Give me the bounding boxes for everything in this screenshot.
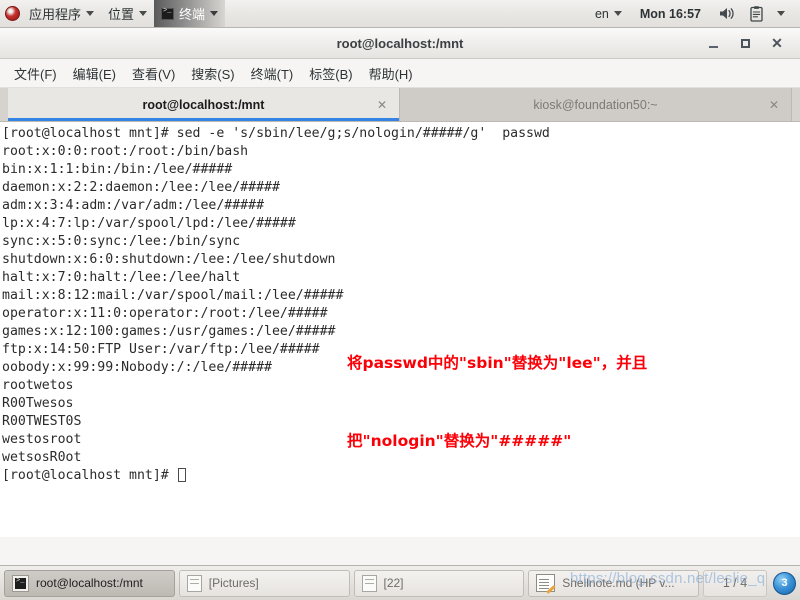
menu-active-application[interactable]: 终端 [154,0,226,27]
panel-menu-button[interactable] [770,0,792,27]
clock[interactable]: Mon 16:57 [629,0,712,27]
taskbar-item-label: [22] [383,576,404,590]
menu-applications[interactable]: 应用程序 [22,0,101,27]
window-icon [361,574,377,592]
chevron-down-icon [777,11,785,16]
menu-edit[interactable]: 编辑(E) [65,61,124,86]
chevron-down-icon [210,11,219,16]
terminal-icon [12,574,29,592]
menu-terminal[interactable]: 终端(T) [243,61,302,86]
menu-view[interactable]: 查看(V) [124,61,183,86]
menu-applications-label: 应用程序 [29,7,82,22]
menu-file[interactable]: 文件(F) [6,61,65,86]
shell-prompt: [root@localhost mnt]# [2,468,177,483]
speaker-icon [719,6,736,21]
distro-logo-icon [5,6,20,21]
chevron-down-icon [139,11,148,16]
terminal-icon [161,7,175,20]
taskbar-item-terminal[interactable]: root@localhost:/mnt [4,569,175,597]
taskbar-item-shellnote[interactable]: Shellnote.md (HP v... [528,569,699,597]
close-button[interactable]: ✕ [768,34,786,52]
tab-bar: root@localhost:/mnt ✕ kiosk@foundation50… [0,88,800,122]
documents-button[interactable] [743,0,770,27]
annotation-overlay: 将passwd中的"sbin"替换为"lee"，并且 把"nologin"替换为… [347,298,647,506]
tab-label: kiosk@foundation50:~ [533,97,658,112]
terminal-output-area[interactable]: [root@localhost mnt]# sed -e 's/sbin/lee… [0,122,800,537]
taskbar-item-pictures[interactable]: [Pictures] [178,569,350,597]
top-panel-left: 应用程序 位置 终端 [0,0,226,27]
window-titlebar: root@localhost:/mnt ✕ [0,28,800,59]
screen-root: 应用程序 位置 终端 en Mon 16:57 [0,0,800,600]
terminal-line: shutdown:x:6:0:shutdown:/lee:/lee/shutdo… [2,252,336,267]
menu-help[interactable]: 帮助(H) [361,61,421,86]
window-controls: ✕ [704,28,794,58]
menu-search[interactable]: 搜索(S) [183,61,242,86]
terminal-line: adm:x:3:4:adm:/var/adm:/lee/##### [2,198,265,213]
minimize-button[interactable] [704,34,722,52]
tab-label: root@localhost:/mnt [142,97,265,112]
language-indicator[interactable]: en [588,0,629,27]
close-icon[interactable]: ✕ [377,98,387,112]
tab-root-mnt[interactable]: root@localhost:/mnt ✕ [8,88,400,121]
tab-kiosk-foundation50[interactable]: kiosk@foundation50:~ ✕ [400,88,792,121]
terminal-line: halt:x:7:0:halt:/lee:/lee/halt [2,270,241,285]
notepad-icon [536,574,556,592]
close-icon[interactable]: ✕ [769,98,779,112]
terminal-line: bin:x:1:1:bin:/bin:/lee/##### [2,162,233,177]
taskbar-item-22[interactable]: [22] [353,569,525,597]
volume-button[interactable] [712,0,743,27]
window-title: root@localhost:/mnt [336,35,464,51]
text-cursor [177,468,186,482]
menu-bar: 文件(F) 编辑(E) 查看(V) 搜索(S) 终端(T) 标签(B) 帮助(H… [0,59,800,88]
clock-label: Mon 16:57 [639,6,701,21]
terminal-line: lp:x:4:7:lp:/var/spool/lpd:/lee/##### [2,216,296,231]
top-panel: 应用程序 位置 终端 en Mon 16:57 [0,0,800,28]
taskbar-item-label: [Pictures] [208,576,259,590]
chevron-down-icon [613,11,622,16]
terminal-line: root:x:0:0:root:/root:/bin/bash [2,144,249,159]
menu-places[interactable]: 位置 [101,0,154,27]
language-label: en [594,6,609,21]
menu-active-application-label: 终端 [179,7,206,22]
taskbar: root@localhost:/mnt [Pictures] [22] Shel… [0,565,800,600]
tray-badge-icon[interactable]: 3 [773,571,796,595]
taskbar-item-label: Shellnote.md (HP v... [562,576,675,590]
terminal-line: sync:x:5:0:sync:/lee:/bin/sync [2,234,241,249]
top-panel-right: en Mon 16:57 [588,0,800,27]
window-icon [186,574,202,592]
menu-places-label: 位置 [108,7,135,22]
annotation-line-1: 将passwd中的"sbin"替换为"lee"，并且 [347,354,648,372]
terminal-window: root@localhost:/mnt ✕ 文件(F) 编辑(E) 查看(V) … [0,28,800,565]
taskbar-item-label: root@localhost:/mnt [36,576,143,590]
document-icon [750,5,763,22]
maximize-button[interactable] [736,34,754,52]
terminal-line: [root@localhost mnt]# sed -e 's/sbin/lee… [2,126,550,141]
terminal-line: daemon:x:2:2:daemon:/lee:/lee/##### [2,180,280,195]
menu-tabs[interactable]: 标签(B) [301,61,360,86]
annotation-line-2: 把"nologin"替换为"#####" [347,432,572,450]
chevron-down-icon [86,11,95,16]
workspace-page-indicator[interactable]: 1 / 4 [703,569,767,597]
